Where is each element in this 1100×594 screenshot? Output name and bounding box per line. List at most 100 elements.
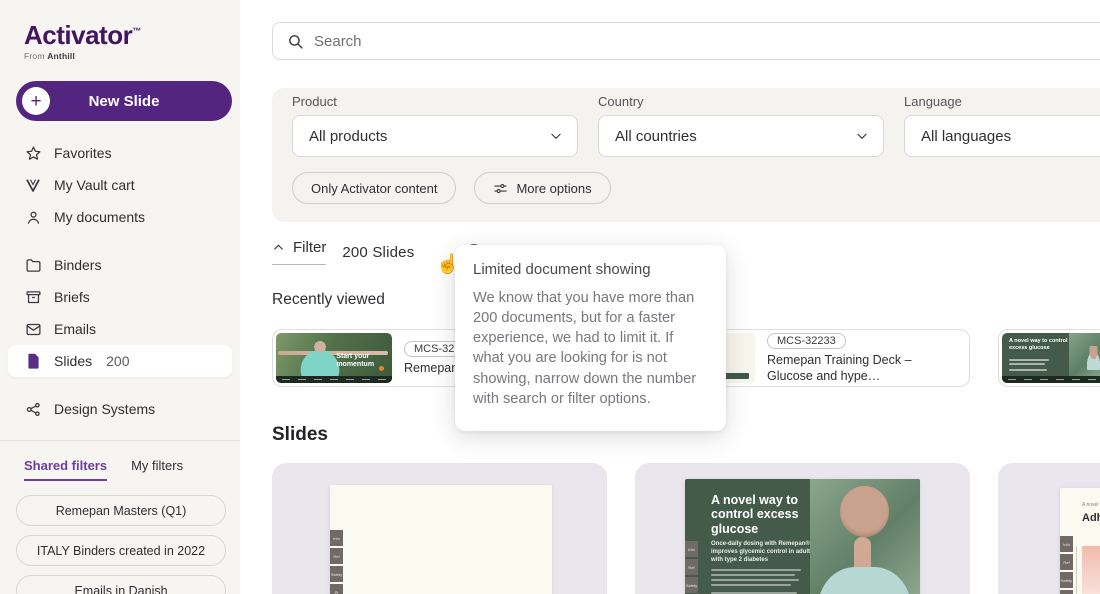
tab-safety: Safety bbox=[685, 577, 698, 593]
recent-card-glucose[interactable]: A novel way to control excess glucose bbox=[998, 329, 1100, 387]
more-options-button[interactable]: More options bbox=[474, 172, 610, 204]
thumbnail-footer-nav bbox=[276, 376, 392, 383]
language-select-value: All languages bbox=[921, 128, 1011, 145]
sidebar-item-favorites[interactable]: Favorites bbox=[8, 137, 232, 169]
tab-pi: PI bbox=[1060, 590, 1073, 594]
slide-card[interactable]: A novel way Adher Info Ref Safety PI bbox=[998, 463, 1100, 594]
tab-safety: Safety bbox=[1060, 572, 1073, 588]
archive-box-icon bbox=[24, 288, 42, 306]
sidebar-item-label: Emails bbox=[54, 321, 96, 337]
tab-info: Info bbox=[1060, 536, 1073, 552]
new-slide-button[interactable]: + New Slide bbox=[16, 81, 232, 121]
country-field: Country All countries bbox=[598, 94, 884, 157]
slide-photo-praying-hands bbox=[810, 479, 920, 594]
document-code-badge: MCS-32233 bbox=[767, 333, 846, 349]
product-select[interactable]: All products bbox=[292, 115, 578, 157]
filter-chips-row: Only Activator content More options bbox=[292, 172, 611, 204]
slide-title: A novel way to control excess glucose bbox=[711, 493, 819, 536]
language-label: Language bbox=[904, 94, 1100, 109]
recently-viewed-heading: Recently viewed bbox=[272, 291, 385, 309]
app-logo: Activator™ From Anthill bbox=[24, 22, 141, 61]
recent-card-title: Remepan Training Deck – Glucose and hype… bbox=[767, 353, 960, 384]
slide-side-tabs: Info Ref Safety PI bbox=[1060, 536, 1073, 594]
tab-info: Info bbox=[330, 530, 343, 546]
shared-filter-pill[interactable]: Emails in Danish bbox=[16, 575, 226, 594]
language-field: Language All languages bbox=[904, 94, 1100, 157]
sidebar-item-design-systems[interactable]: Design Systems bbox=[8, 393, 232, 425]
country-select[interactable]: All countries bbox=[598, 115, 884, 157]
tab-ref: Ref bbox=[330, 548, 343, 564]
sidebar-item-label: Design Systems bbox=[54, 401, 155, 417]
sidebar-item-label: Briefs bbox=[54, 289, 90, 305]
sliders-icon bbox=[493, 181, 508, 196]
slide-sheet-adherence: A novel way Adher Info Ref Safety PI bbox=[1060, 488, 1100, 594]
thumbnail-green-button bbox=[723, 373, 749, 379]
slide-title: Adher bbox=[1082, 512, 1100, 524]
slide-card[interactable]: Info Ref Safety PI bbox=[272, 463, 607, 594]
slide-sheet-cream: Info Ref Safety PI bbox=[330, 485, 552, 594]
shared-filter-pill[interactable]: ITALY Binders created in 2022 bbox=[16, 535, 226, 566]
limited-documents-tooltip: Limited document showing We know that yo… bbox=[455, 245, 726, 431]
chart-axis bbox=[1076, 546, 1078, 594]
share-nodes-icon bbox=[24, 400, 42, 418]
folder-icon bbox=[24, 256, 42, 274]
search-icon bbox=[287, 33, 304, 50]
tab-pi: PI bbox=[330, 584, 343, 594]
envelope-icon bbox=[24, 320, 42, 338]
sidebar-item-label: Favorites bbox=[54, 145, 112, 161]
app-window: Activator™ From Anthill + New Slide Favo… bbox=[0, 0, 1100, 594]
sidebar-item-binders[interactable]: Binders bbox=[8, 249, 232, 281]
sidebar-item-label: My Vault cart bbox=[54, 177, 135, 193]
thumbnail-photo bbox=[1069, 333, 1100, 376]
thumbnail-footer-nav bbox=[1002, 376, 1100, 383]
slide-side-tabs: Info Ref Safety PI bbox=[685, 541, 698, 594]
slide-sheet-glucose: A novel way to control excess glucose On… bbox=[685, 479, 920, 594]
sidebar-item-my-documents[interactable]: My documents bbox=[8, 201, 232, 233]
slides-section-heading: Slides bbox=[272, 424, 328, 446]
tab-shared-filters[interactable]: Shared filters bbox=[24, 458, 107, 481]
tab-info: Info bbox=[685, 541, 698, 557]
only-activator-content-button[interactable]: Only Activator content bbox=[292, 172, 456, 204]
tab-ref: Ref bbox=[1060, 554, 1073, 570]
slide-card[interactable]: A novel way to control excess glucose On… bbox=[635, 463, 970, 594]
tooltip-body: We know that you have more than 200 docu… bbox=[473, 288, 708, 409]
slide-small-text: A novel way bbox=[1082, 502, 1100, 508]
plus-icon: + bbox=[22, 87, 50, 115]
slide-thumbnail-glucose: A novel way to control excess glucose bbox=[1002, 333, 1100, 383]
shared-filter-pill[interactable]: Remepan Masters (Q1) bbox=[16, 495, 226, 526]
sidebar-item-vault-cart[interactable]: My Vault cart bbox=[8, 169, 232, 201]
slides-document-icon bbox=[24, 352, 42, 370]
chevron-up-icon bbox=[272, 241, 285, 254]
country-select-value: All countries bbox=[615, 128, 697, 145]
country-label: Country bbox=[598, 94, 884, 109]
slide-subtitle: Once-daily dosing with Remepan® improves… bbox=[711, 541, 814, 564]
sidebar-item-slides[interactable]: Slides 200 bbox=[8, 345, 232, 377]
results-count: 200 Slides bbox=[342, 244, 414, 261]
slide-thumbnail-momentum: Start your momentum bbox=[276, 333, 392, 383]
sidebar-item-emails[interactable]: Emails bbox=[8, 313, 232, 345]
star-icon bbox=[24, 144, 42, 162]
sidebar: Activator™ From Anthill + New Slide Favo… bbox=[0, 0, 240, 594]
product-field: Product All products bbox=[292, 94, 578, 157]
recent-card-text: MCS-32233 Remepan Training Deck – Glucos… bbox=[767, 331, 966, 384]
filter-collapse-toggle[interactable]: Filter bbox=[272, 239, 326, 265]
search-input[interactable] bbox=[314, 33, 1100, 50]
product-select-value: All products bbox=[309, 128, 387, 145]
thumbnail-title: A novel way to control excess glucose bbox=[1009, 338, 1069, 351]
tab-ref: Ref bbox=[685, 559, 698, 575]
sidebar-item-label: My documents bbox=[54, 209, 145, 225]
filter-toggle-label: Filter bbox=[293, 239, 326, 256]
only-activator-label: Only Activator content bbox=[311, 181, 437, 196]
sidebar-item-briefs[interactable]: Briefs bbox=[8, 281, 232, 313]
tab-my-filters[interactable]: My filters bbox=[131, 458, 183, 481]
sidebar-item-label: Slides bbox=[54, 353, 92, 369]
tooltip-title: Limited document showing bbox=[473, 261, 708, 278]
sidebar-divider bbox=[0, 440, 240, 441]
user-icon bbox=[24, 208, 42, 226]
filter-tabs: Shared filters My filters bbox=[24, 458, 183, 481]
logo-tagline: From Anthill bbox=[24, 51, 141, 61]
tab-safety: Safety bbox=[330, 566, 343, 582]
language-select[interactable]: All languages bbox=[904, 115, 1100, 157]
logo-wordmark: Activator bbox=[24, 20, 132, 50]
slide-side-tabs: Info Ref Safety PI bbox=[330, 530, 343, 594]
